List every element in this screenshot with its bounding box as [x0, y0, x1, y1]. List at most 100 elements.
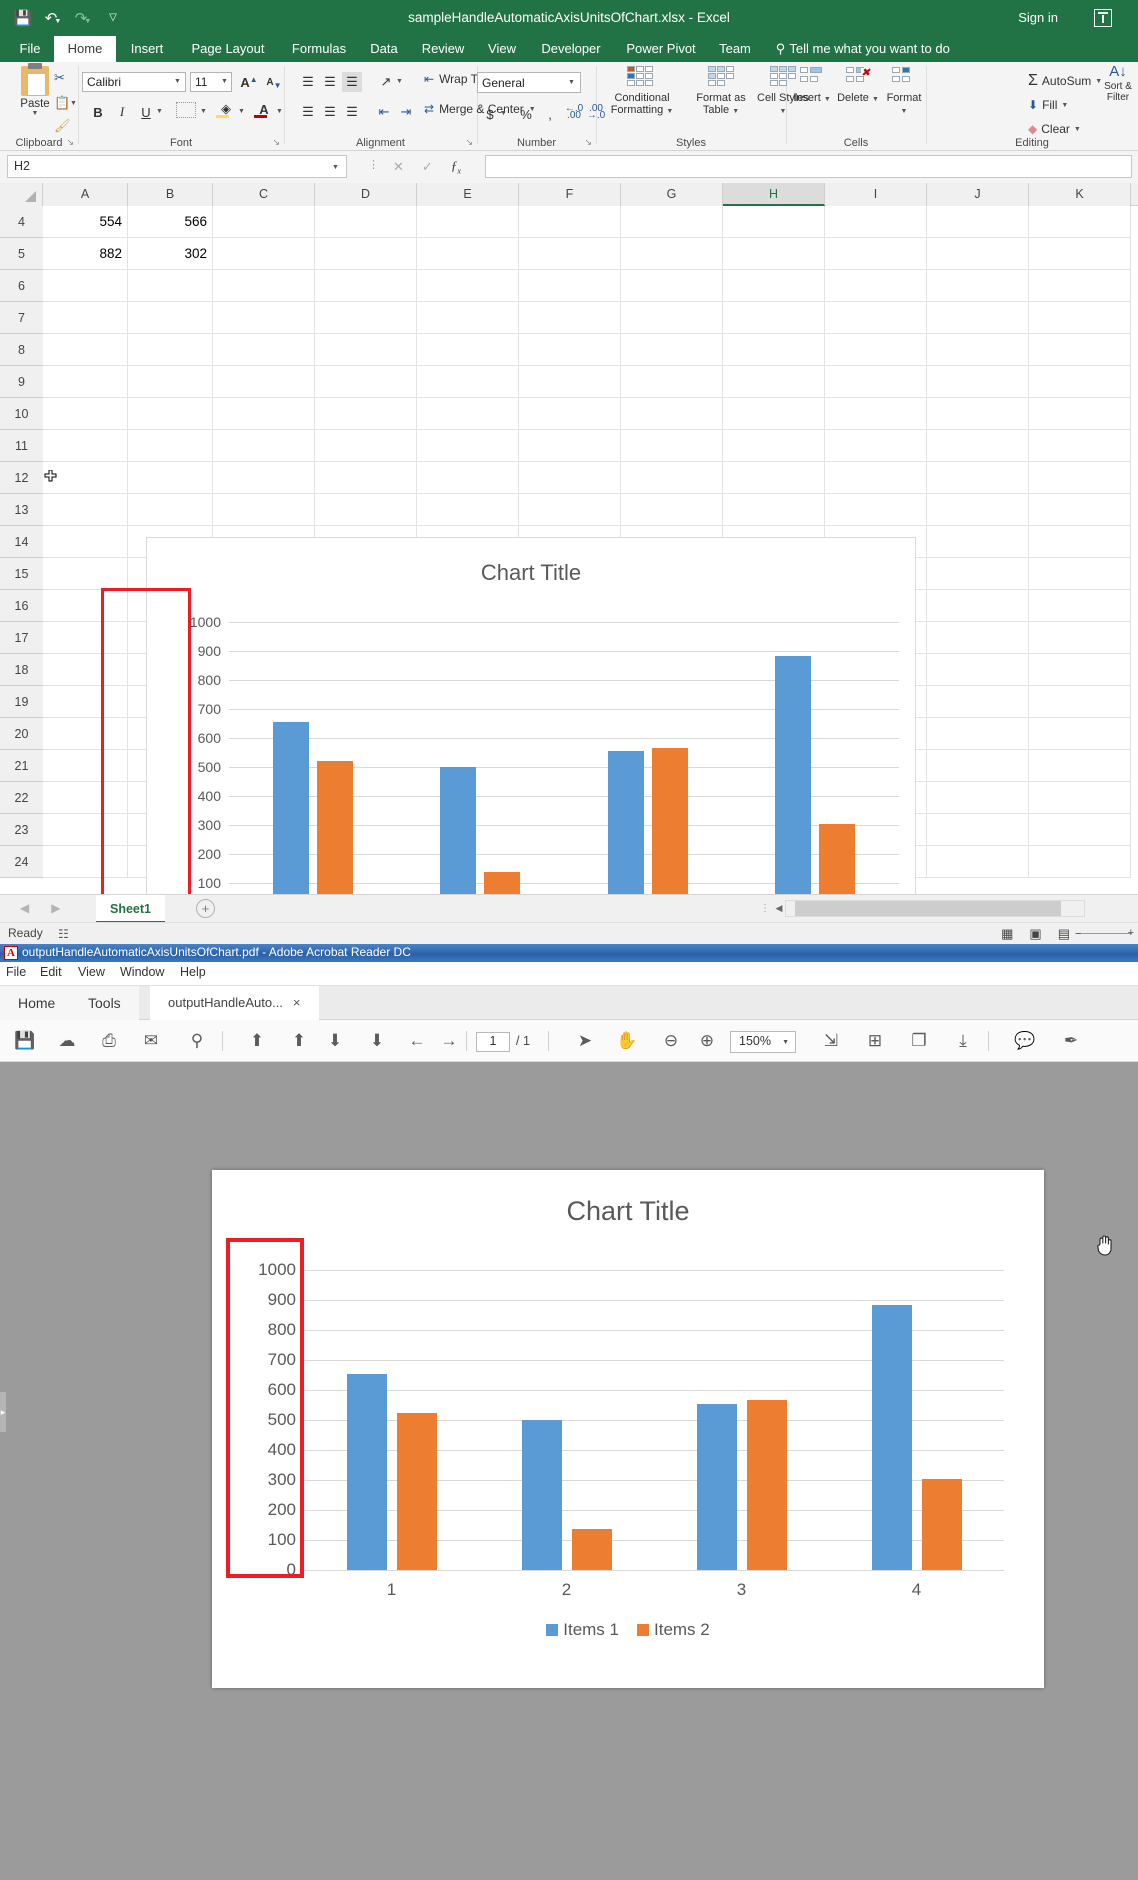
decrease-indent-icon[interactable]: ⇤ [374, 102, 394, 122]
row-header-15[interactable]: 15 [0, 558, 43, 590]
next-view-icon[interactable]: ⬇ [364, 1028, 390, 1054]
cell-J20[interactable] [927, 718, 1029, 750]
align-bottom-icon[interactable]: ☰ [342, 72, 362, 92]
row-header-18[interactable]: 18 [0, 654, 43, 686]
cell-K4[interactable] [1029, 206, 1131, 238]
cell-G7[interactable] [621, 302, 723, 334]
cell-C6[interactable] [213, 270, 315, 302]
cell-J23[interactable] [927, 814, 1029, 846]
cell-K9[interactable] [1029, 366, 1131, 398]
row-header-14[interactable]: 14 [0, 526, 43, 558]
cell-I5[interactable] [825, 238, 927, 270]
scroll-mode-icon[interactable]: ⤓ [950, 1028, 976, 1054]
cell-H10[interactable] [723, 398, 825, 430]
cell-A4[interactable]: 554 [43, 206, 128, 238]
cell-J11[interactable] [927, 430, 1029, 462]
dialog-launcher-icon[interactable]: ↘ [272, 137, 280, 148]
row-header-19[interactable]: 19 [0, 686, 43, 718]
borders-dropdown-icon[interactable]: ▼ [200, 108, 207, 115]
comment-icon[interactable]: 💬 [1012, 1028, 1038, 1054]
sort-filter-button[interactable]: A↓ Sort & Filter [1098, 66, 1138, 104]
cell-A15[interactable] [43, 558, 128, 590]
cell-I10[interactable] [825, 398, 927, 430]
font-name-input[interactable]: Calibri [82, 72, 186, 92]
increase-decimal-icon[interactable]: ←.0.00 [564, 102, 584, 122]
cell-K10[interactable] [1029, 398, 1131, 430]
cell-K22[interactable] [1029, 782, 1131, 814]
cell-C4[interactable] [213, 206, 315, 238]
cell-B10[interactable] [128, 398, 213, 430]
insert-cells-dropdown-icon[interactable]: ▼ [824, 96, 831, 103]
cell-B7[interactable] [128, 302, 213, 334]
cell-G8[interactable] [621, 334, 723, 366]
cell-F5[interactable] [519, 238, 621, 270]
ribbon-display-options-icon[interactable] [1094, 9, 1112, 27]
navigation-pane-toggle[interactable]: ▸ [0, 1392, 6, 1432]
dialog-launcher-icon[interactable]: ↘ [584, 137, 592, 148]
add-sheet-icon[interactable]: + [196, 899, 215, 918]
cell-B8[interactable] [128, 334, 213, 366]
cell-C5[interactable] [213, 238, 315, 270]
acrobat-tab-outputhandleauto[interactable]: outputHandleAuto...× [150, 986, 319, 1020]
column-header-C[interactable]: C [213, 183, 315, 206]
cell-K11[interactable] [1029, 430, 1131, 462]
ribbon-tab-file[interactable]: File [6, 36, 54, 62]
cell-H12[interactable] [723, 462, 825, 494]
zoom-slider[interactable]: − + [1076, 932, 1132, 935]
page-break-view-icon[interactable]: ▤ [1058, 926, 1070, 942]
save-icon[interactable]: 💾 [12, 1028, 38, 1054]
cell-I11[interactable] [825, 430, 927, 462]
cell-B6[interactable] [128, 270, 213, 302]
insert-cells-button[interactable]: Insert ▼ [790, 66, 834, 106]
column-header-F[interactable]: F [519, 183, 621, 206]
row-header-23[interactable]: 23 [0, 814, 43, 846]
copy-icon[interactable]: 📋 [54, 95, 70, 111]
email-icon[interactable]: ✉ [138, 1028, 164, 1054]
cell-D8[interactable] [315, 334, 417, 366]
zoom-in-icon[interactable]: + [1128, 927, 1134, 939]
cell-G13[interactable] [621, 494, 723, 526]
cell-C12[interactable] [213, 462, 315, 494]
cell-J12[interactable] [927, 462, 1029, 494]
cell-B9[interactable] [128, 366, 213, 398]
cell-E12[interactable] [417, 462, 519, 494]
cell-J15[interactable] [927, 558, 1029, 590]
delete-cells-dropdown-icon[interactable]: ▼ [872, 96, 879, 103]
cell-K7[interactable] [1029, 302, 1131, 334]
row-header-8[interactable]: 8 [0, 334, 43, 366]
orientation-dropdown-icon[interactable]: ▼ [396, 78, 403, 85]
cell-A14[interactable] [43, 526, 128, 558]
cell-J17[interactable] [927, 622, 1029, 654]
hand-tool-icon[interactable]: ✋ [614, 1028, 640, 1054]
orientation-icon[interactable]: ↗ [376, 72, 396, 92]
borders-icon[interactable] [176, 102, 196, 118]
underline-dropdown-icon[interactable]: ▼ [156, 108, 163, 115]
format-cells-dropdown-icon[interactable]: ▼ [901, 108, 908, 115]
cell-F7[interactable] [519, 302, 621, 334]
accessibility-check-icon[interactable]: ☷ [58, 927, 69, 941]
cell-I13[interactable] [825, 494, 927, 526]
cell-F11[interactable] [519, 430, 621, 462]
row-header-24[interactable]: 24 [0, 846, 43, 878]
increase-indent-icon[interactable]: ⇥ [396, 102, 416, 122]
name-box[interactable]: H2 [7, 155, 347, 178]
cell-F4[interactable] [519, 206, 621, 238]
acrobat-menu-window[interactable]: Window [120, 965, 164, 979]
cell-K21[interactable] [1029, 750, 1131, 782]
cell-A7[interactable] [43, 302, 128, 334]
format-as-table-button[interactable]: Format as Table ▼ [688, 66, 754, 117]
cell-B12[interactable] [128, 462, 213, 494]
number-format-select[interactable]: General [477, 72, 581, 93]
scroll-left-icon[interactable]: ◀ [772, 900, 786, 917]
acrobat-menu-edit[interactable]: Edit [40, 965, 62, 979]
cut-icon[interactable]: ✂ [54, 70, 65, 86]
dialog-launcher-icon[interactable]: ↘ [66, 137, 74, 148]
format-painter-icon[interactable]: 🖌 [54, 118, 71, 134]
cell-E8[interactable] [417, 334, 519, 366]
row-header-17[interactable]: 17 [0, 622, 43, 654]
cell-B11[interactable] [128, 430, 213, 462]
select-tool-icon[interactable]: ➤ [572, 1028, 598, 1054]
cell-J18[interactable] [927, 654, 1029, 686]
cell-I6[interactable] [825, 270, 927, 302]
cell-G11[interactable] [621, 430, 723, 462]
